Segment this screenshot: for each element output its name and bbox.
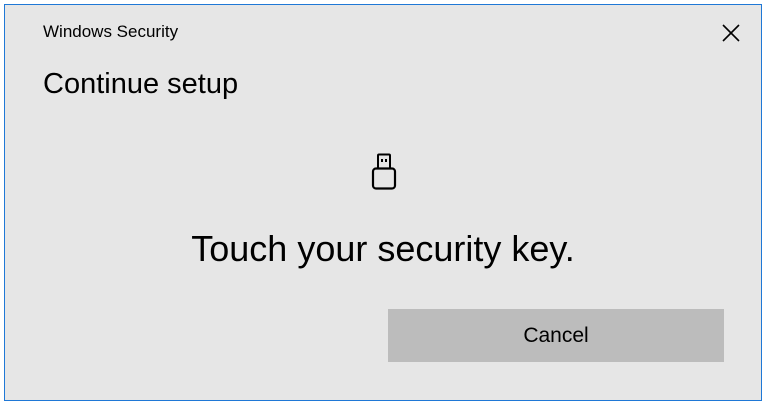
security-dialog: Windows Security Continue setup Touch yo…: [4, 4, 762, 401]
instruction-message: Touch your security key.: [191, 228, 575, 269]
cancel-button[interactable]: Cancel: [388, 309, 724, 362]
usb-security-key-icon: [371, 153, 397, 190]
dialog-heading: Continue setup: [43, 68, 239, 100]
window-title: Windows Security: [43, 22, 179, 41]
close-button[interactable]: [719, 21, 743, 45]
close-icon: [722, 24, 740, 42]
title-bar: Windows Security: [5, 5, 761, 59]
